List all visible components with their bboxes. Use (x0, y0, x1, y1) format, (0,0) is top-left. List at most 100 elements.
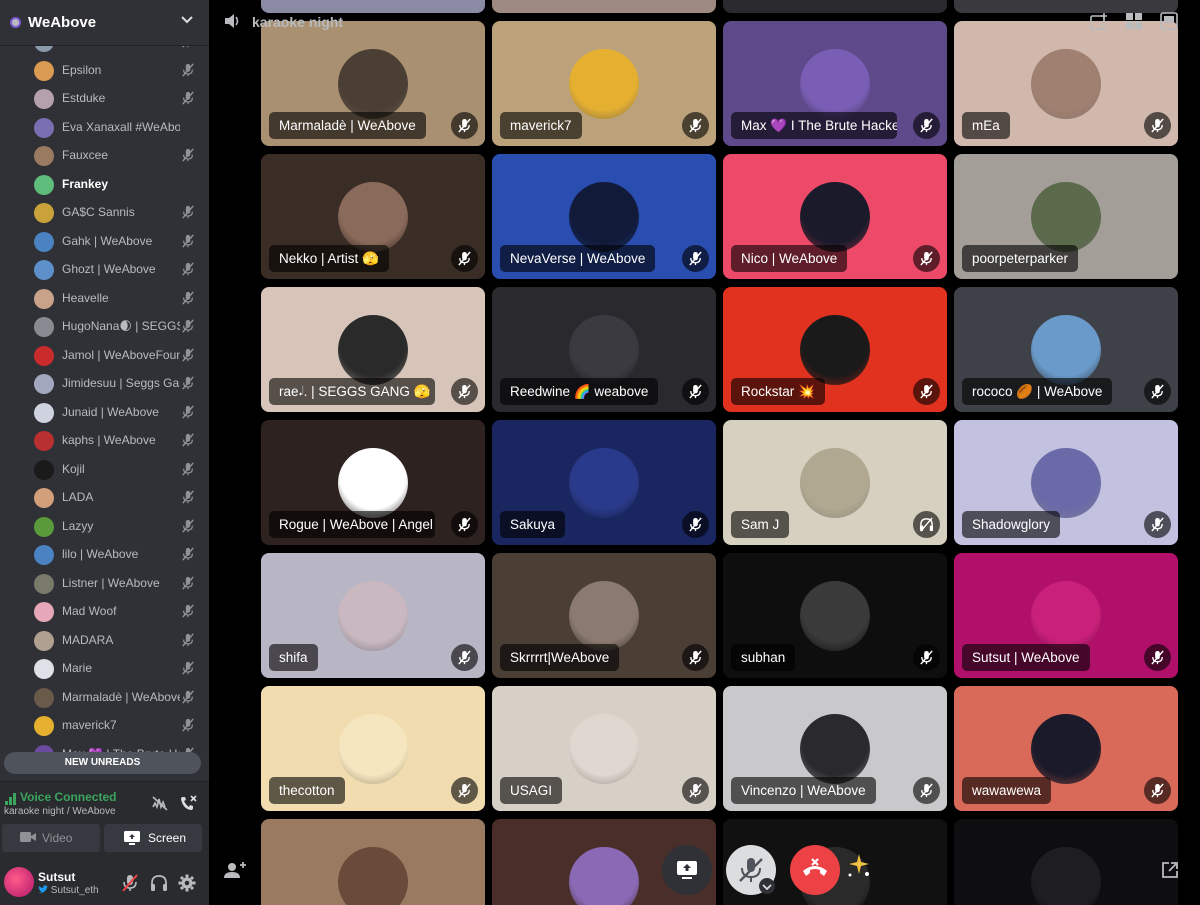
activity-icon[interactable] (1090, 12, 1108, 30)
mic-muted-icon (181, 490, 195, 504)
video-tile[interactable] (954, 0, 1178, 13)
disconnect-phone-icon[interactable] (178, 793, 198, 813)
avatar (338, 315, 408, 385)
member-name: maverick7 (62, 718, 117, 732)
video-tile[interactable]: Sakuya (492, 420, 716, 545)
member-row[interactable]: Mad Woof (34, 600, 200, 624)
video-tile[interactable]: poorpeterparker (954, 154, 1178, 279)
new-unreads-pill[interactable]: NEW UNREADS (4, 752, 201, 774)
member-row[interactable]: Estduke (34, 87, 200, 111)
mic-muted-icon (181, 62, 195, 77)
video-tile[interactable]: Rockstar 💥 (723, 287, 947, 412)
mic-muted-icon (181, 262, 195, 276)
video-tile[interactable]: USAGI (492, 686, 716, 811)
member-row[interactable]: Jamol | WeAboveFounder (34, 344, 200, 368)
video-tile[interactable]: Marmaladè | WeAbove (261, 21, 485, 146)
mic-muted-icon (181, 347, 195, 362)
mic-muted-icon (181, 689, 195, 704)
video-tile[interactable]: wawawewa (954, 686, 1178, 811)
video-tile[interactable]: Shadowglory (954, 420, 1178, 545)
video-tile[interactable] (954, 819, 1178, 905)
username[interactable]: Sutsut (38, 870, 75, 884)
signal-icon[interactable] (5, 792, 17, 805)
video-tile[interactable]: mEa (954, 21, 1178, 146)
video-tile[interactable]: subhan (723, 553, 947, 678)
member-row[interactable]: Epsilon (34, 59, 200, 83)
chat-icon[interactable] (1160, 12, 1178, 30)
video-tile[interactable]: Nekko | Artist 🫣 (261, 154, 485, 279)
video-tile[interactable]: shifa (261, 553, 485, 678)
member-row[interactable]: Listner | WeAbove (34, 572, 200, 596)
member-row[interactable]: Marie (34, 657, 200, 681)
member-row[interactable]: maverick7 (34, 714, 200, 738)
mic-muted-icon[interactable] (121, 874, 139, 892)
member-row[interactable]: kaphs | WeAbove (34, 429, 200, 453)
server-header[interactable]: WeAbove (0, 0, 209, 46)
member-name: Marmaladè | WeAbove (62, 689, 180, 704)
video-tile[interactable]: Sutsut | WeAbove (954, 553, 1178, 678)
leave-call-icon[interactable] (790, 845, 840, 895)
video-tile[interactable]: Skrrrrt|WeAbove (492, 553, 716, 678)
noise-suppression-icon[interactable] (150, 793, 170, 813)
popout-icon[interactable] (1160, 860, 1180, 880)
video-tile[interactable]: rae𝆺𝅥. | SEGGS GANG 🫣 (261, 287, 485, 412)
chevron-down-icon[interactable] (180, 12, 194, 29)
gear-icon[interactable] (178, 874, 196, 892)
member-row[interactable]: Kojil (34, 458, 200, 482)
participant-name: Rogue | WeAbove | Angel (269, 511, 435, 538)
mic-muted-icon (181, 718, 195, 732)
avatar (1031, 448, 1101, 518)
member-name: Estduke (62, 91, 106, 105)
video-button[interactable]: Video (2, 824, 100, 852)
screen-share-button[interactable]: Screen (104, 824, 202, 852)
video-tile[interactable]: maverick7 (492, 21, 716, 146)
member-row[interactable]: MADARA (34, 629, 200, 653)
video-tile[interactable]: Sam J (723, 420, 947, 545)
mic-muted-icon (913, 777, 940, 804)
mic-muted-icon (451, 511, 478, 538)
avatar (34, 573, 54, 594)
member-row[interactable]: Marmaladè | WeAbove (34, 686, 200, 710)
headphones-icon[interactable] (150, 874, 168, 892)
member-row[interactable]: lilo | WeAbove (34, 543, 200, 567)
avatar[interactable] (4, 867, 34, 897)
video-tile[interactable]: NevaVerse | WeAbove (492, 154, 716, 279)
video-tile[interactable]: Nico | WeAbove (723, 154, 947, 279)
member-row[interactable]: Eva Xanaxall #WeAbove (34, 116, 200, 140)
mic-muted-icon (451, 245, 478, 272)
member-row[interactable]: GA$C Sannis (34, 201, 200, 225)
add-user-icon[interactable] (222, 858, 248, 884)
avatar (34, 146, 54, 166)
member-row[interactable]: Jimidesuu | Seggs Gang (34, 372, 200, 396)
video-tile[interactable]: thecotton (261, 686, 485, 811)
member-row[interactable]: HugoNana🌒 | SEGGS GANG (34, 315, 200, 339)
member-row[interactable]: Ghozt | WeAbove (34, 258, 200, 282)
share-screen-control-icon[interactable] (662, 845, 712, 895)
member-row[interactable]: Fauxcee (34, 144, 200, 168)
member-row[interactable]: LADA (34, 486, 200, 510)
member-row[interactable]: Heavelle (34, 287, 200, 311)
video-tile[interactable]: Reedwine 🌈 weabove (492, 287, 716, 412)
grid-layout-icon[interactable] (1125, 12, 1143, 30)
avatar (34, 659, 54, 679)
mic-muted-icon (181, 461, 195, 476)
mute-control-icon[interactable] (726, 845, 776, 895)
participant-name: poorpeterparker (962, 245, 1079, 272)
member-row[interactable]: Lazyy (34, 515, 200, 539)
video-tile[interactable]: Vincenzo | WeAbove (723, 686, 947, 811)
video-tile[interactable] (261, 0, 485, 13)
video-tile[interactable]: Max 💜 I The Brute Hacker (723, 21, 947, 146)
member-row[interactable]: Gahk | WeAbove (34, 230, 200, 254)
video-tile[interactable]: rococo 🏉 | WeAbove (954, 287, 1178, 412)
member-row[interactable]: Frankey (34, 173, 200, 197)
avatar (338, 714, 408, 784)
video-tile[interactable] (261, 819, 485, 905)
member-row[interactable]: Junaid | WeAbove (34, 401, 200, 425)
mic-muted-icon (181, 290, 195, 305)
activity-sparkle-icon[interactable] (845, 852, 873, 880)
video-tile[interactable] (723, 0, 947, 13)
voice-location[interactable]: karaoke night / WeAbove (4, 806, 116, 817)
avatar (1031, 182, 1101, 252)
video-tile[interactable] (492, 0, 716, 13)
video-tile[interactable]: Rogue | WeAbove | Angel (261, 420, 485, 545)
